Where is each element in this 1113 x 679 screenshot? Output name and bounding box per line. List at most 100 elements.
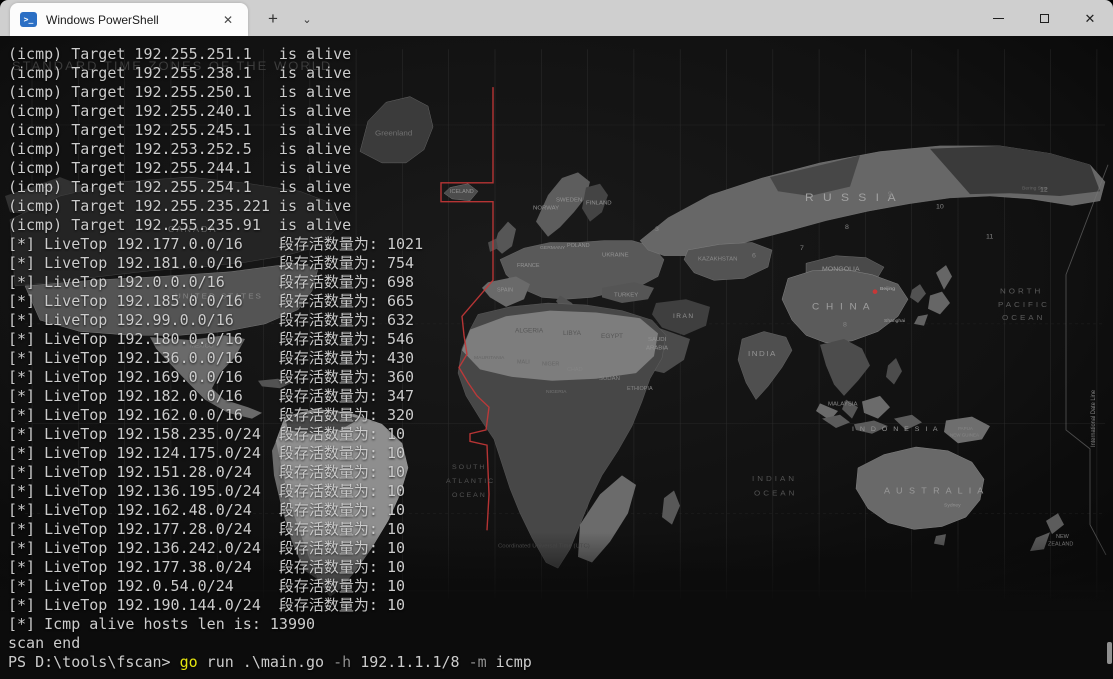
terminal-line: (icmp) Target 192.253.252.5 is alive — [8, 140, 532, 159]
maximize-icon — [1040, 14, 1049, 23]
terminal-line: [*] LiveTop 192.158.235.0/24 段存活数量为: 10 — [8, 425, 532, 444]
svg-text:3: 3 — [655, 226, 659, 233]
svg-text:MALAYSIA: MALAYSIA — [828, 401, 858, 407]
terminal-line: (icmp) Target 192.255.251.1 is alive — [8, 45, 532, 64]
terminal-line: [*] LiveTop 192.162.48.0/24 段存活数量为: 10 — [8, 501, 532, 520]
prompt-segment: go — [180, 653, 198, 671]
svg-text:UKRAINE: UKRAINE — [602, 253, 629, 259]
terminal-line: (icmp) Target 192.255.235.91 is alive — [8, 216, 532, 235]
svg-text:EGYPT: EGYPT — [601, 333, 623, 340]
scrollbar-thumb[interactable] — [1107, 642, 1112, 664]
powershell-icon: >_ — [20, 12, 37, 27]
svg-text:SWEDEN: SWEDEN — [556, 198, 582, 204]
svg-text:R U S S I A: R U S S I A — [805, 191, 899, 204]
terminal-line: [*] LiveTop 192.162.0.0/16 段存活数量为: 320 — [8, 406, 532, 425]
svg-text:POLAND: POLAND — [567, 243, 590, 249]
svg-text:NIGER: NIGER — [542, 362, 560, 368]
terminal-pane[interactable]: STANDARD TIME ZONES OF THE WORLDU.S.C A … — [0, 36, 1113, 679]
svg-text:ETHIOPIA: ETHIOPIA — [627, 386, 653, 392]
terminal-line: scan end — [8, 634, 532, 653]
close-icon: ✕ — [1085, 12, 1096, 25]
tab-close-button[interactable]: ✕ — [218, 10, 238, 30]
beijing-red-dot — [873, 289, 878, 294]
maximize-button[interactable] — [1021, 0, 1067, 36]
svg-text:8: 8 — [843, 322, 847, 329]
svg-text:Beijing: Beijing — [880, 286, 895, 292]
svg-text:GERMANY: GERMANY — [540, 245, 566, 251]
minimize-icon — [993, 18, 1004, 19]
terminal-line: [*] LiveTop 192.136.195.0/24 段存活数量为: 10 — [8, 482, 532, 501]
terminal-line: [*] LiveTop 192.0.54.0/24 段存活数量为: 10 — [8, 577, 532, 596]
close-icon: ✕ — [223, 13, 233, 27]
new-tab-button[interactable]: + — [260, 6, 286, 32]
svg-text:OCEAN: OCEAN — [1002, 313, 1045, 322]
svg-text:International Date Line: International Date Line — [1091, 390, 1097, 447]
svg-text:Sydney: Sydney — [944, 503, 961, 509]
svg-text:10: 10 — [936, 203, 944, 210]
terminal-line: [*] LiveTop 192.136.0.0/16 段存活数量为: 430 — [8, 349, 532, 368]
svg-text:OCEAN: OCEAN — [754, 488, 797, 497]
plus-icon: + — [268, 9, 278, 29]
svg-text:SUDAN: SUDAN — [599, 376, 620, 382]
svg-text:NORTH: NORTH — [1000, 287, 1043, 296]
terminal-line: (icmp) Target 192.255.238.1 is alive — [8, 64, 532, 83]
minimize-button[interactable] — [975, 0, 1021, 36]
terminal-line: [*] LiveTop 192.177.0.0/16 段存活数量为: 1021 — [8, 235, 532, 254]
svg-text:LIBYA: LIBYA — [563, 330, 582, 337]
svg-text:I N D O N E S I A: I N D O N E S I A — [852, 426, 940, 433]
terminal-line: [*] LiveTop 192.181.0.0/16 段存活数量为: 754 — [8, 254, 532, 273]
svg-text:ARABIA: ARABIA — [646, 346, 668, 352]
svg-text:NIGERIA: NIGERIA — [546, 389, 567, 395]
svg-text:C H I N A: C H I N A — [812, 302, 872, 313]
svg-text:7: 7 — [800, 245, 804, 252]
svg-text:12: 12 — [1040, 186, 1048, 193]
svg-text:IRAN: IRAN — [673, 313, 695, 320]
svg-text:MONGOLIA: MONGOLIA — [822, 266, 860, 273]
prompt-segment: run .\main.go — [198, 653, 333, 671]
svg-text:CHAD: CHAD — [567, 367, 583, 373]
window-controls: ✕ — [975, 0, 1113, 36]
svg-text:KAZAKHSTAN: KAZAKHSTAN — [698, 257, 737, 263]
terminal-line: (icmp) Target 192.255.244.1 is alive — [8, 159, 532, 178]
terminal-output: (icmp) Target 192.255.251.1 is alive(icm… — [8, 45, 532, 672]
terminal-line: [*] LiveTop 192.169.0.0/16 段存活数量为: 360 — [8, 368, 532, 387]
close-button[interactable]: ✕ — [1067, 0, 1113, 36]
svg-text:PACIFIC: PACIFIC — [998, 300, 1050, 309]
terminal-line: [*] LiveTop 192.99.0.0/16 段存活数量为: 632 — [8, 311, 532, 330]
terminal-line: [*] LiveTop 192.190.144.0/24 段存活数量为: 10 — [8, 596, 532, 615]
terminal-window: >_ Windows PowerShell ✕ + ⌄ ✕ — [0, 0, 1113, 679]
terminal-line: [*] LiveTop 192.180.0.0/16 段存活数量为: 546 — [8, 330, 532, 349]
svg-text:INDIAN: INDIAN — [752, 474, 797, 483]
terminal-line: [*] LiveTop 192.136.242.0/24 段存活数量为: 10 — [8, 539, 532, 558]
svg-text:NEW GUINEA: NEW GUINEA — [950, 433, 979, 438]
svg-text:Shanghai: Shanghai — [884, 318, 905, 324]
svg-text:8: 8 — [845, 224, 849, 231]
svg-text:9: 9 — [888, 191, 892, 198]
svg-text:6: 6 — [752, 253, 756, 260]
terminal-line: [*] LiveTop 192.151.28.0/24 段存活数量为: 10 — [8, 463, 532, 482]
titlebar: >_ Windows PowerShell ✕ + ⌄ ✕ — [0, 0, 1113, 36]
tab-windows-powershell[interactable]: >_ Windows PowerShell ✕ — [10, 3, 248, 36]
svg-text:PAPUA: PAPUA — [958, 426, 973, 431]
prompt-segment: PS D:\tools\fscan> — [8, 653, 180, 671]
svg-text:INDIA: INDIA — [748, 349, 777, 358]
prompt-segment: icmp — [487, 653, 532, 671]
terminal-line: (icmp) Target 192.255.254.1 is alive — [8, 178, 532, 197]
prompt-segment: -m — [469, 653, 487, 671]
prompt-line: PS D:\tools\fscan> go run .\main.go -h 1… — [8, 653, 532, 672]
terminal-line: [*] LiveTop 192.177.28.0/24 段存活数量为: 10 — [8, 520, 532, 539]
terminal-line: [*] LiveTop 192.185.0.0/16 段存活数量为: 665 — [8, 292, 532, 311]
svg-text:TURKEY: TURKEY — [614, 293, 638, 299]
tab-title: Windows PowerShell — [46, 13, 218, 27]
terminal-line: (icmp) Target 192.255.245.1 is alive — [8, 121, 532, 140]
prompt-segment: -h — [333, 653, 351, 671]
terminal-line: (icmp) Target 192.255.235.221 is alive — [8, 197, 532, 216]
chevron-down-icon: ⌄ — [302, 13, 311, 26]
svg-text:SAUDI: SAUDI — [648, 337, 667, 343]
terminal-line: [*] LiveTop 192.182.0.0/16 段存活数量为: 347 — [8, 387, 532, 406]
svg-text:11: 11 — [986, 234, 993, 241]
terminal-line: [*] Icmp alive hosts len is: 13990 — [8, 615, 532, 634]
terminal-line: (icmp) Target 192.255.250.1 is alive — [8, 83, 532, 102]
terminal-line: (icmp) Target 192.255.240.1 is alive — [8, 102, 532, 121]
tab-dropdown-button[interactable]: ⌄ — [294, 6, 320, 32]
